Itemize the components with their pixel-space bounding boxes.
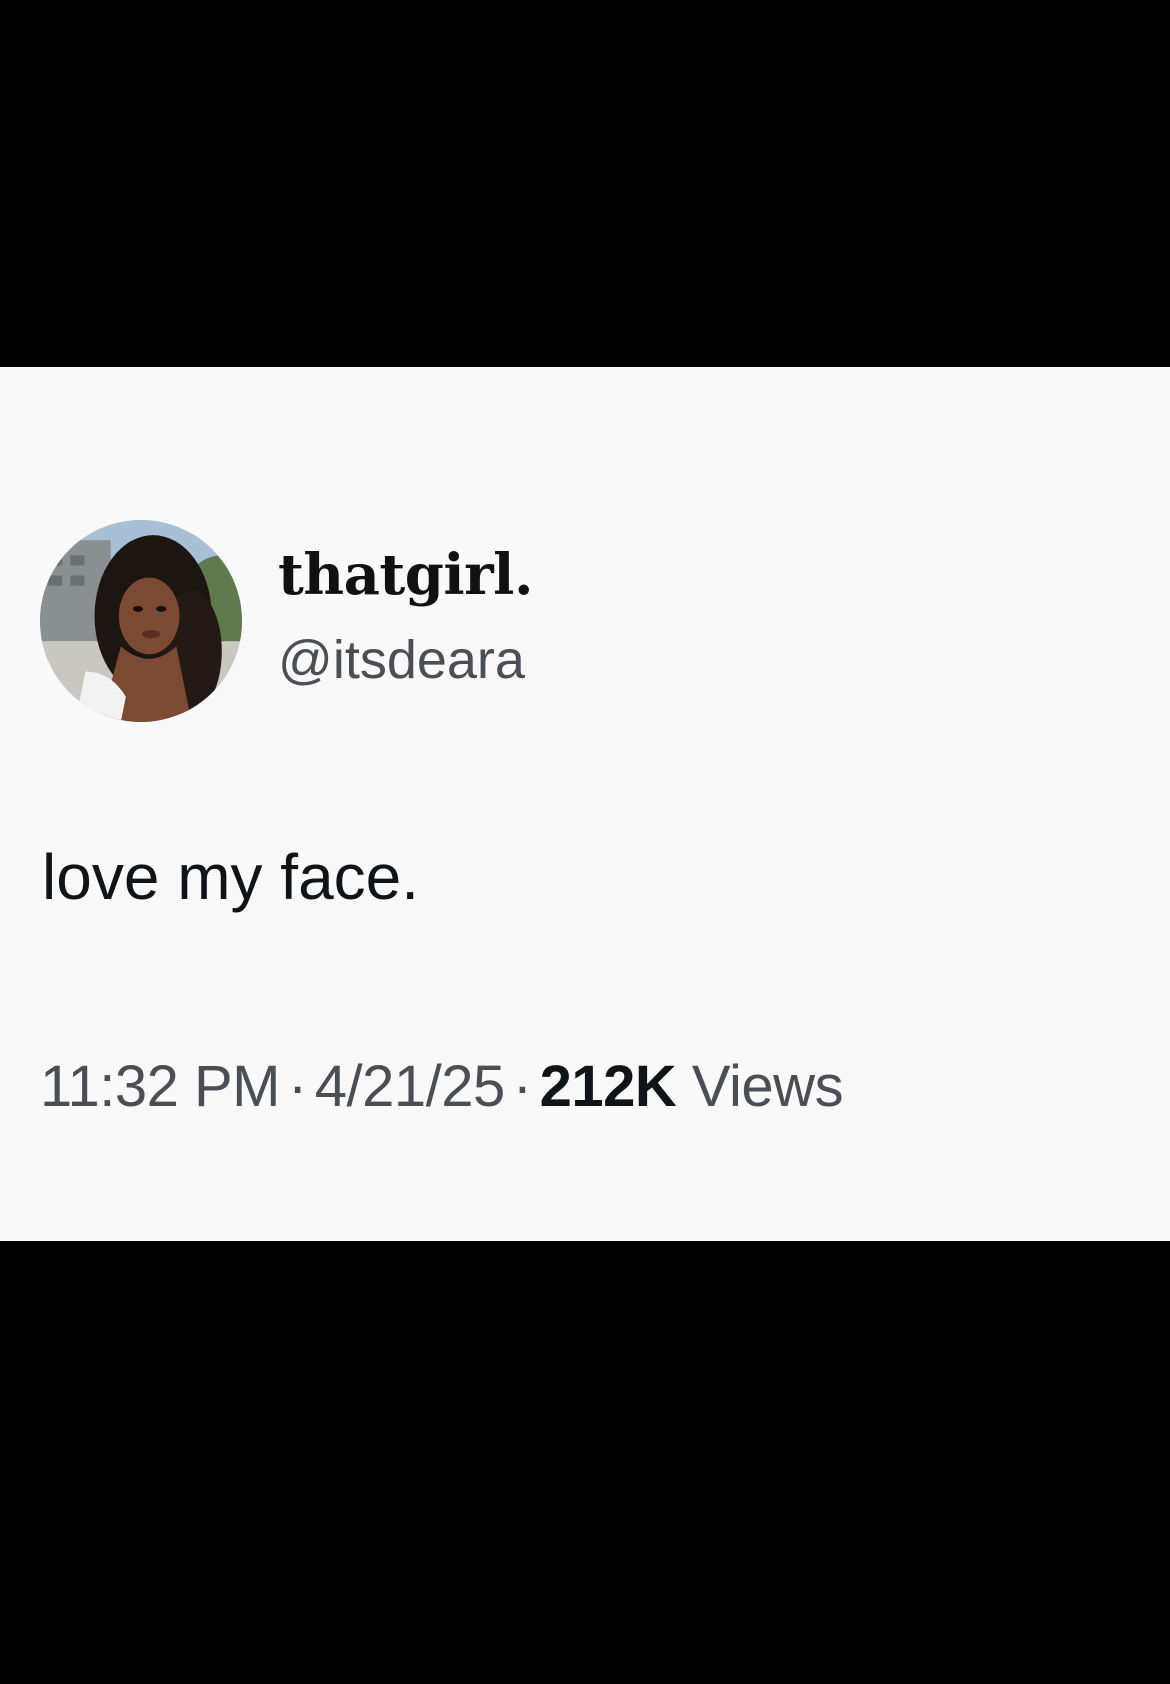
tweet-text: love my face. xyxy=(42,841,420,913)
tweet-date[interactable]: 4/21/25 xyxy=(315,1054,506,1119)
avatar[interactable] xyxy=(40,520,242,722)
separator-dot: · xyxy=(287,1054,307,1119)
tweet-time[interactable]: 11:32 PM xyxy=(40,1054,280,1119)
username-handle[interactable]: @itsdeara xyxy=(278,629,525,691)
separator-dot: · xyxy=(512,1054,532,1119)
tweet-card[interactable]: thatgirl. @itsdeara love my face. 11:32 … xyxy=(0,367,1170,1241)
views-count[interactable]: 212K xyxy=(540,1054,677,1119)
profile-photo-icon xyxy=(40,520,242,722)
tweet-metadata: 11:32 PM · 4/21/25 · 212K Views xyxy=(40,1053,844,1120)
screen: thatgirl. @itsdeara love my face. 11:32 … xyxy=(0,0,1170,1684)
views-label: Views xyxy=(691,1054,844,1119)
display-name[interactable]: thatgirl. xyxy=(278,542,533,608)
